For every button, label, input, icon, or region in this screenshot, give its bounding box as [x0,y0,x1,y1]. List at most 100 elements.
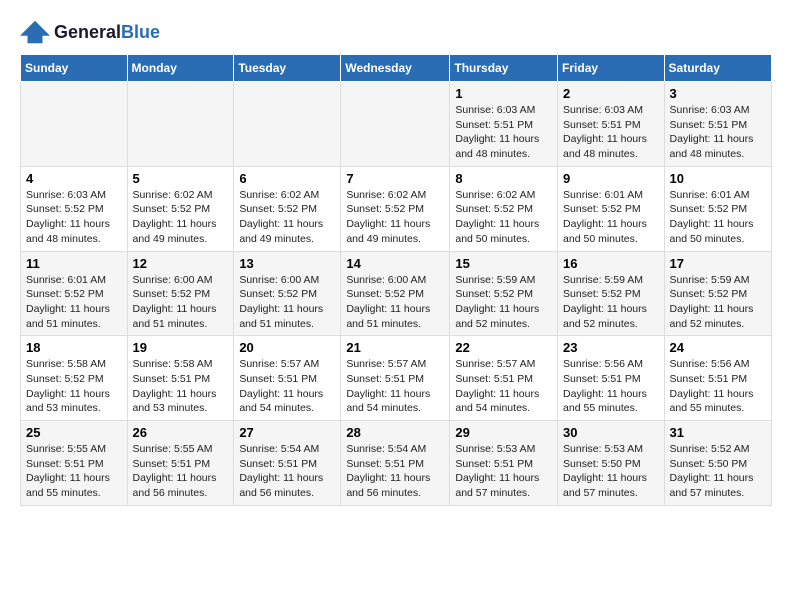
calendar-cell: 28 Sunrise: 5:54 AM Sunset: 5:51 PM Dayli… [341,421,450,506]
day-info: Sunrise: 5:55 AM Sunset: 5:51 PM Dayligh… [133,442,229,501]
day-info: Sunrise: 5:54 AM Sunset: 5:51 PM Dayligh… [346,442,444,501]
day-info: Sunrise: 6:01 AM Sunset: 5:52 PM Dayligh… [26,273,122,332]
day-number: 11 [26,256,122,271]
day-number: 19 [133,340,229,355]
day-info: Sunrise: 6:02 AM Sunset: 5:52 PM Dayligh… [346,188,444,247]
calendar-cell: 19Sunrise: 5:58 AM Sunset: 5:51 PM Dayli… [127,336,234,421]
day-info: Sunrise: 5:57 AM Sunset: 5:51 PM Dayligh… [239,357,335,416]
day-number: 2 [563,86,659,101]
calendar-cell: 21 Sunrise: 5:57 AM Sunset: 5:51 PM Dayli… [341,336,450,421]
calendar-table: SundayMondayTuesdayWednesdayThursdayFrid… [20,54,772,506]
calendar-cell: 2 Sunrise: 6:03 AM Sunset: 5:51 PM Daylig… [558,82,665,167]
day-number: 13 [239,256,335,271]
day-info: Sunrise: 5:52 AM Sunset: 5:50 PM Dayligh… [670,442,766,501]
calendar-cell: 13 Sunrise: 6:00 AM Sunset: 5:52 PM Dayli… [234,251,341,336]
day-info: Sunrise: 5:59 AM Sunset: 5:52 PM Dayligh… [670,273,766,332]
day-info: Sunrise: 5:53 AM Sunset: 5:50 PM Dayligh… [563,442,659,501]
header-tuesday: Tuesday [234,55,341,82]
day-info: Sunrise: 5:56 AM Sunset: 5:51 PM Dayligh… [670,357,766,416]
calendar-cell: 14 Sunrise: 6:00 AM Sunset: 5:52 PM Dayli… [341,251,450,336]
header-wednesday: Wednesday [341,55,450,82]
day-number: 16 [563,256,659,271]
calendar-cell: 22 Sunrise: 5:57 AM Sunset: 5:51 PM Dayli… [450,336,558,421]
day-number: 6 [239,171,335,186]
day-number: 29 [455,425,552,440]
day-info: Sunrise: 6:01 AM Sunset: 5:52 PM Dayligh… [670,188,766,247]
day-info: Sunrise: 5:57 AM Sunset: 5:51 PM Dayligh… [346,357,444,416]
calendar-cell: 17 Sunrise: 5:59 AM Sunset: 5:52 PM Dayli… [664,251,771,336]
calendar-cell: 9 Sunrise: 6:01 AM Sunset: 5:52 PM Daylig… [558,166,665,251]
day-info: Sunrise: 6:02 AM Sunset: 5:52 PM Dayligh… [133,188,229,247]
day-info: Sunrise: 6:00 AM Sunset: 5:52 PM Dayligh… [239,273,335,332]
day-info: Sunrise: 6:03 AM Sunset: 5:52 PM Dayligh… [26,188,122,247]
calendar-cell: 7 Sunrise: 6:02 AM Sunset: 5:52 PM Daylig… [341,166,450,251]
day-number: 12 [133,256,229,271]
calendar-cell [341,82,450,167]
day-info: Sunrise: 6:03 AM Sunset: 5:51 PM Dayligh… [670,103,766,162]
day-number: 26 [133,425,229,440]
day-info: Sunrise: 6:03 AM Sunset: 5:51 PM Dayligh… [563,103,659,162]
calendar-cell: 15 Sunrise: 5:59 AM Sunset: 5:52 PM Dayli… [450,251,558,336]
page-header: GeneralBlue [20,20,772,44]
day-number: 14 [346,256,444,271]
calendar-cell: 10Sunrise: 6:01 AM Sunset: 5:52 PM Dayli… [664,166,771,251]
day-number: 4 [26,171,122,186]
calendar-cell: 16 Sunrise: 5:59 AM Sunset: 5:52 PM Dayli… [558,251,665,336]
calendar-cell: 20 Sunrise: 5:57 AM Sunset: 5:51 PM Dayli… [234,336,341,421]
day-number: 23 [563,340,659,355]
logo-icon [20,20,50,44]
day-number: 3 [670,86,766,101]
calendar-cell: 12 Sunrise: 6:00 AM Sunset: 5:52 PM Dayli… [127,251,234,336]
calendar-week-5: 25Sunrise: 5:55 AM Sunset: 5:51 PM Dayli… [21,421,772,506]
day-number: 28 [346,425,444,440]
calendar-cell [127,82,234,167]
logo-text: GeneralBlue [54,22,160,43]
day-info: Sunrise: 5:59 AM Sunset: 5:52 PM Dayligh… [455,273,552,332]
day-info: Sunrise: 6:00 AM Sunset: 5:52 PM Dayligh… [346,273,444,332]
calendar-cell [234,82,341,167]
day-info: Sunrise: 5:59 AM Sunset: 5:52 PM Dayligh… [563,273,659,332]
calendar-header-row: SundayMondayTuesdayWednesdayThursdayFrid… [21,55,772,82]
day-info: Sunrise: 5:54 AM Sunset: 5:51 PM Dayligh… [239,442,335,501]
header-friday: Friday [558,55,665,82]
day-number: 27 [239,425,335,440]
day-info: Sunrise: 6:03 AM Sunset: 5:51 PM Dayligh… [455,103,552,162]
calendar-cell: 25Sunrise: 5:55 AM Sunset: 5:51 PM Dayli… [21,421,128,506]
header-thursday: Thursday [450,55,558,82]
day-info: Sunrise: 5:56 AM Sunset: 5:51 PM Dayligh… [563,357,659,416]
calendar-week-1: 1 Sunrise: 6:03 AM Sunset: 5:51 PM Daylig… [21,82,772,167]
calendar-cell: 30 Sunrise: 5:53 AM Sunset: 5:50 PM Dayli… [558,421,665,506]
calendar-week-4: 18Sunrise: 5:58 AM Sunset: 5:52 PM Dayli… [21,336,772,421]
day-number: 8 [455,171,552,186]
day-number: 17 [670,256,766,271]
day-info: Sunrise: 5:57 AM Sunset: 5:51 PM Dayligh… [455,357,552,416]
day-number: 15 [455,256,552,271]
day-number: 1 [455,86,552,101]
day-info: Sunrise: 6:00 AM Sunset: 5:52 PM Dayligh… [133,273,229,332]
day-info: Sunrise: 5:55 AM Sunset: 5:51 PM Dayligh… [26,442,122,501]
day-number: 31 [670,425,766,440]
day-info: Sunrise: 6:01 AM Sunset: 5:52 PM Dayligh… [563,188,659,247]
calendar-cell: 6 Sunrise: 6:02 AM Sunset: 5:52 PM Daylig… [234,166,341,251]
calendar-cell: 5Sunrise: 6:02 AM Sunset: 5:52 PM Daylig… [127,166,234,251]
calendar-week-2: 4 Sunrise: 6:03 AM Sunset: 5:52 PM Daylig… [21,166,772,251]
calendar-cell: 27 Sunrise: 5:54 AM Sunset: 5:51 PM Dayli… [234,421,341,506]
calendar-cell: 31 Sunrise: 5:52 AM Sunset: 5:50 PM Dayli… [664,421,771,506]
day-number: 22 [455,340,552,355]
header-saturday: Saturday [664,55,771,82]
day-info: Sunrise: 6:02 AM Sunset: 5:52 PM Dayligh… [239,188,335,247]
calendar-cell: 24Sunrise: 5:56 AM Sunset: 5:51 PM Dayli… [664,336,771,421]
day-number: 7 [346,171,444,186]
day-number: 20 [239,340,335,355]
calendar-cell [21,82,128,167]
day-number: 18 [26,340,122,355]
calendar-cell: 29Sunrise: 5:53 AM Sunset: 5:51 PM Dayli… [450,421,558,506]
calendar-cell: 18Sunrise: 5:58 AM Sunset: 5:52 PM Dayli… [21,336,128,421]
day-number: 21 [346,340,444,355]
day-info: Sunrise: 6:02 AM Sunset: 5:52 PM Dayligh… [455,188,552,247]
calendar-cell: 1 Sunrise: 6:03 AM Sunset: 5:51 PM Daylig… [450,82,558,167]
day-number: 9 [563,171,659,186]
calendar-cell: 26 Sunrise: 5:55 AM Sunset: 5:51 PM Dayli… [127,421,234,506]
calendar-week-3: 11 Sunrise: 6:01 AM Sunset: 5:52 PM Dayli… [21,251,772,336]
day-number: 30 [563,425,659,440]
